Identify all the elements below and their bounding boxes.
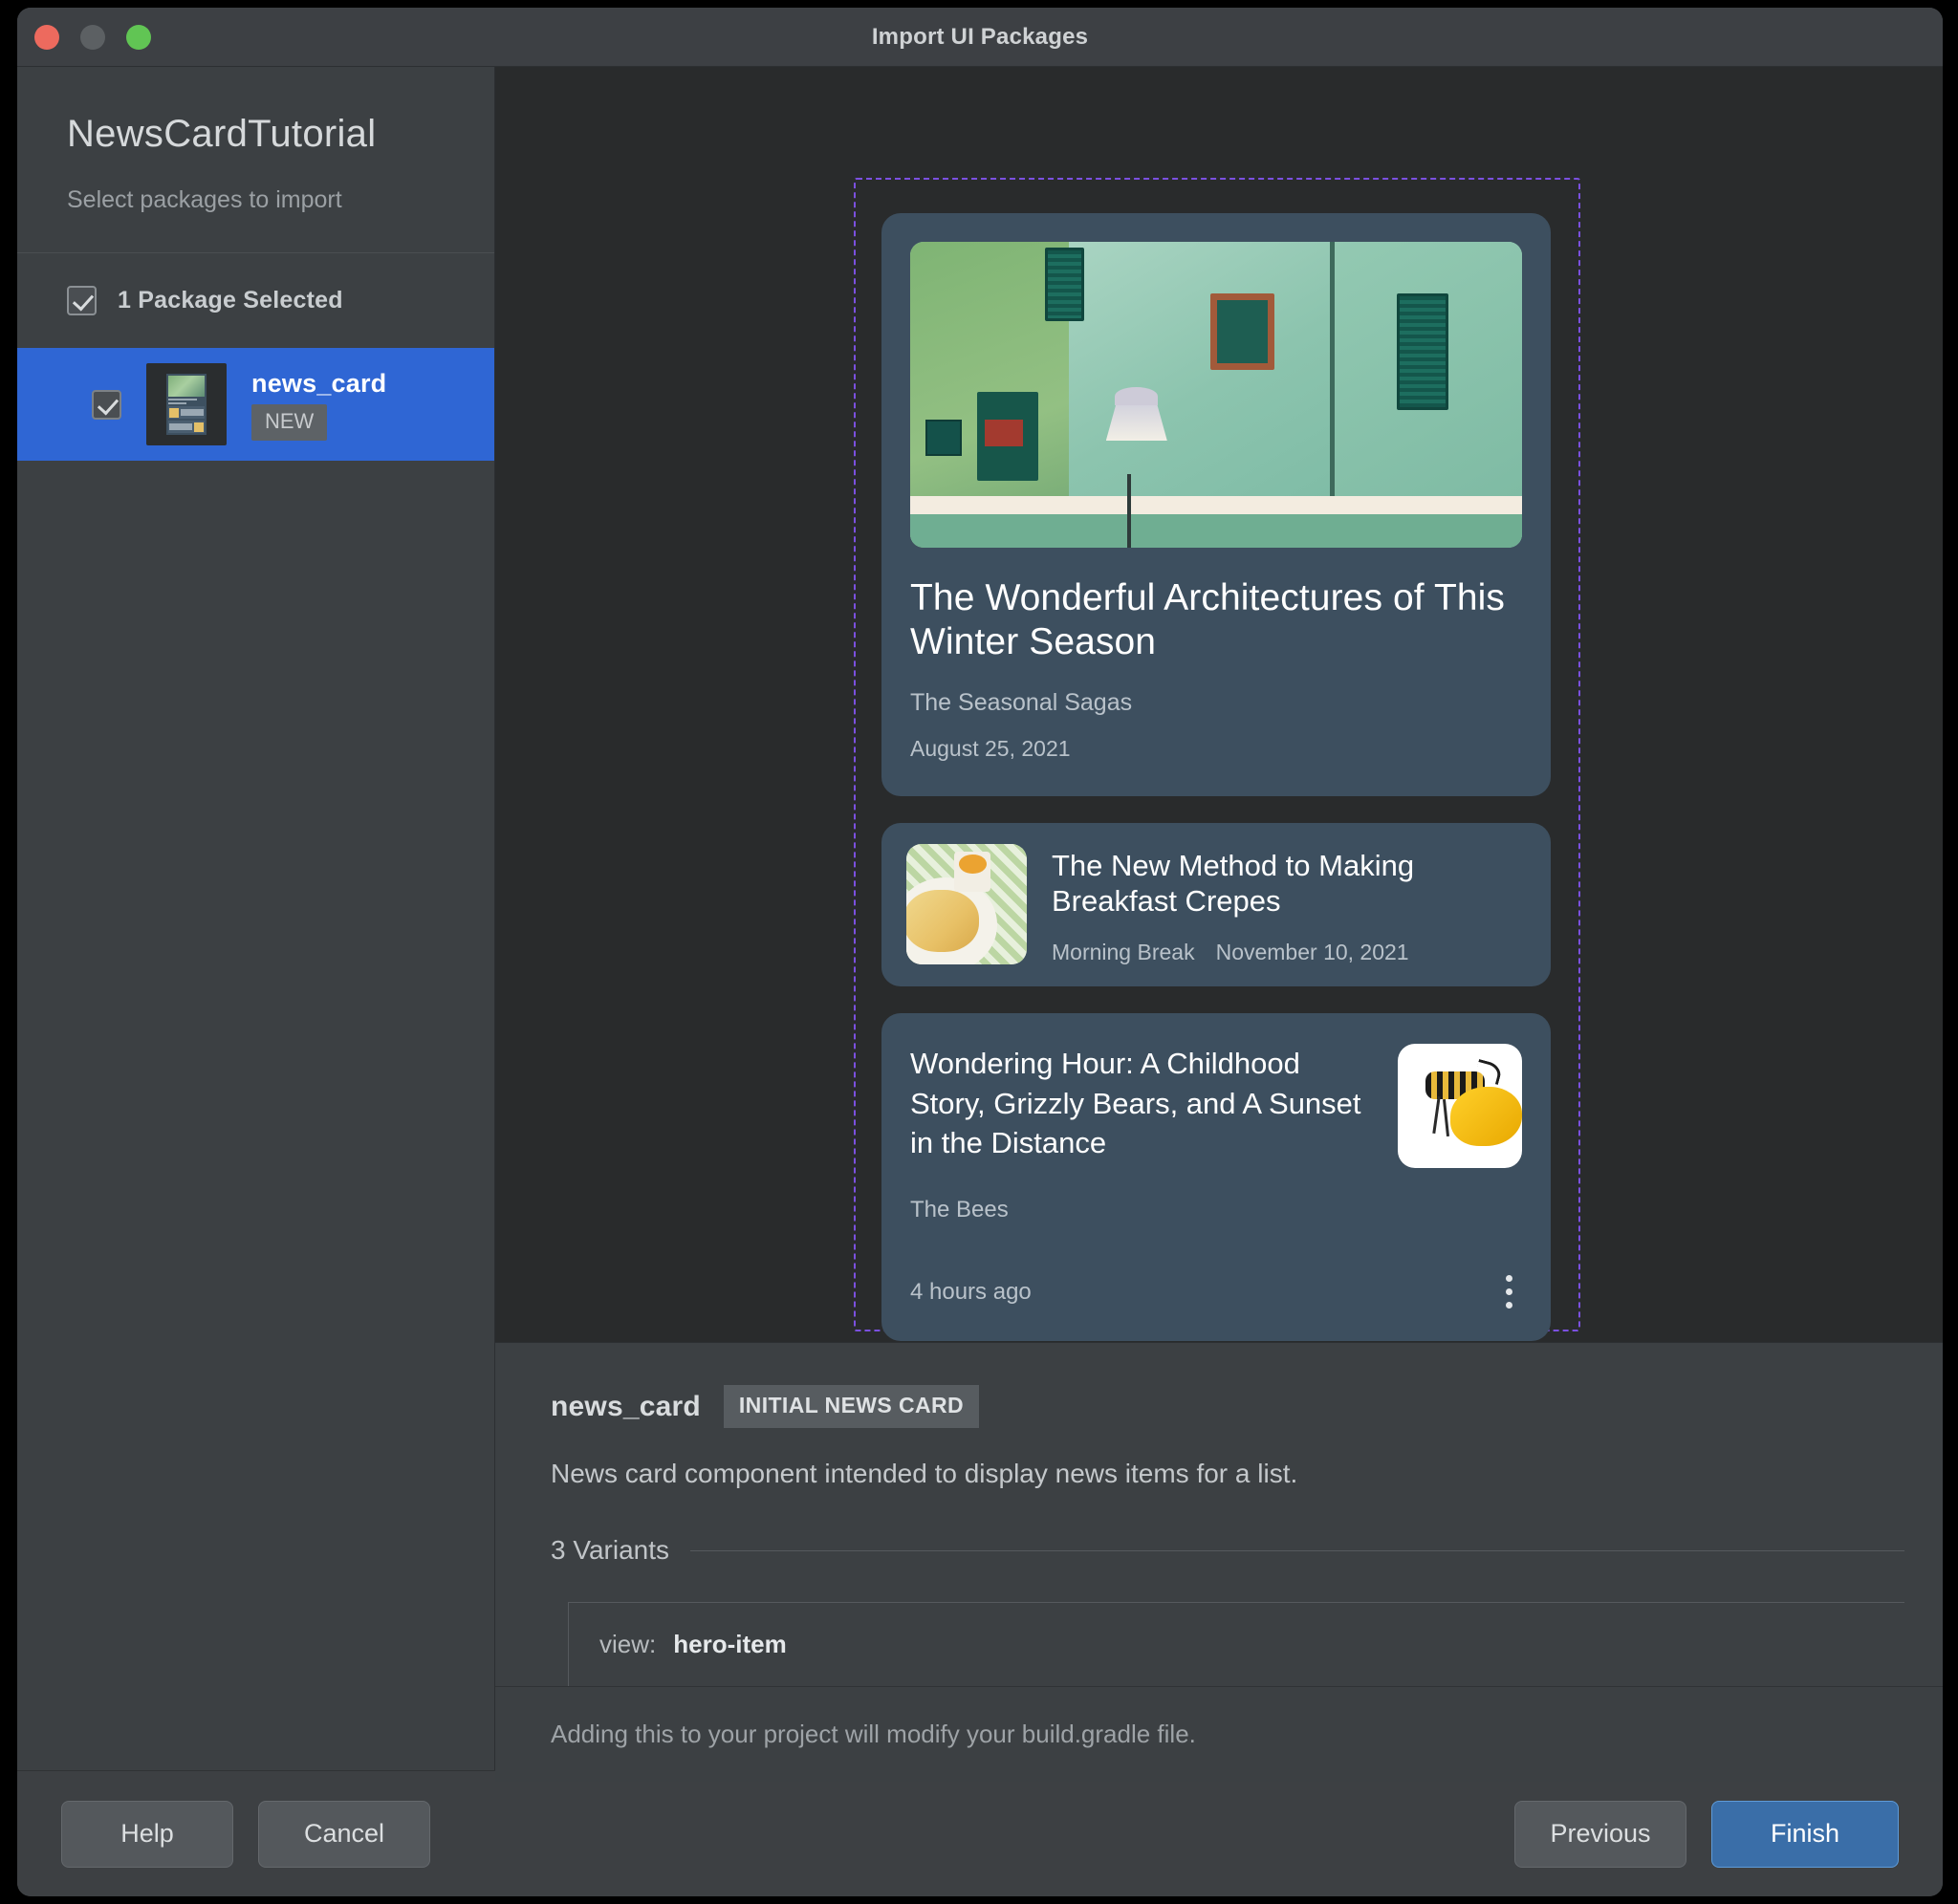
window-titlebar: Import UI Packages	[17, 8, 1943, 67]
detail-inner: news_card INITIAL NEWS CARD News card co…	[495, 1385, 1943, 1686]
compact-card-meta: Morning Break November 10, 2021	[1052, 940, 1526, 965]
package-checkbox[interactable]	[92, 389, 121, 420]
package-name: news_card	[251, 368, 387, 398]
package-new-badge: NEW	[251, 403, 328, 441]
variant-value: hero-item	[673, 1630, 787, 1658]
news-card-compact[interactable]: The New Method to Making Breakfast Crepe…	[881, 823, 1551, 987]
detail-card-footer: 4 hours ago	[910, 1271, 1522, 1312]
thumbnail-preview-icon	[166, 374, 207, 435]
previous-button[interactable]: Previous	[1514, 1800, 1686, 1868]
footer-right-buttons: Previous Finish	[1514, 1800, 1899, 1868]
project-name: NewsCardTutorial	[67, 113, 377, 155]
compact-card-title: The New Method to Making Breakfast Crepe…	[1052, 849, 1415, 919]
compact-card-date: November 10, 2021	[1215, 940, 1409, 965]
help-button[interactable]: Help	[61, 1800, 233, 1868]
package-meta: news_card NEW	[251, 369, 386, 441]
variants-count-label: 3 Variants	[551, 1535, 669, 1565]
compact-card-body: The New Method to Making Breakfast Crepe…	[1052, 844, 1526, 965]
select-all-checkbox[interactable]	[67, 286, 97, 315]
detail-card-title: Wondering Hour: A Childhood Story, Grizz…	[910, 1047, 1361, 1159]
component-preview-area: The Wonderful Architectures of This Wint…	[495, 67, 1943, 1342]
sidebar-subtitle: Select packages to import	[67, 186, 342, 213]
build-gradle-note: Adding this to your project will modify …	[495, 1686, 1943, 1782]
compact-card-image	[906, 844, 1027, 965]
hero-card-source: The Seasonal Sagas	[910, 689, 1133, 717]
detail-component-name: news_card	[551, 1390, 701, 1422]
detail-card-top: Wondering Hour: A Childhood Story, Grizz…	[910, 1044, 1522, 1169]
hero-card-title: The Wonderful Architectures of This Wint…	[910, 577, 1506, 663]
footer-left-buttons: Help Cancel	[61, 1800, 430, 1868]
detail-header: news_card INITIAL NEWS CARD	[551, 1385, 1904, 1428]
selection-summary: 1 Package Selected	[118, 287, 343, 314]
detail-card-source: The Bees	[910, 1197, 1009, 1223]
kebab-menu-icon[interactable]	[1496, 1271, 1522, 1312]
import-ui-packages-window: Import UI Packages NewsCardTutorial Sele…	[17, 8, 1943, 1896]
variants-divider	[690, 1549, 1904, 1551]
news-card-detail[interactable]: Wondering Hour: A Childhood Story, Grizz…	[881, 1013, 1551, 1342]
cancel-button[interactable]: Cancel	[258, 1800, 430, 1868]
compact-card-source: Morning Break	[1052, 940, 1195, 965]
package-list-item-news-card[interactable]: news_card NEW	[17, 348, 494, 461]
detail-description: News card component intended to display …	[551, 1459, 1298, 1488]
sidebar-empty-space	[17, 461, 494, 1770]
select-all-row[interactable]: 1 Package Selected	[17, 253, 494, 348]
right-column: The Wonderful Architectures of This Wint…	[495, 67, 1943, 1782]
sidebar-header: NewsCardTutorial Select packages to impo…	[17, 67, 494, 253]
detail-card-date: 4 hours ago	[910, 1278, 1032, 1305]
hero-card-date: August 25, 2021	[910, 736, 1071, 762]
variant-key: view:	[599, 1630, 657, 1658]
variants-section-header: 3 Variants	[551, 1535, 1904, 1566]
news-card-stack: The Wonderful Architectures of This Wint…	[881, 213, 1551, 1342]
dialog-footer: Help Cancel Previous Finish	[17, 1770, 1943, 1896]
news-card-hero[interactable]: The Wonderful Architectures of This Wint…	[881, 213, 1551, 797]
detail-status-badge: INITIAL NEWS CARD	[723, 1385, 979, 1428]
finish-button[interactable]: Finish	[1711, 1800, 1899, 1868]
hero-image	[910, 242, 1522, 548]
detail-card-image	[1398, 1044, 1522, 1169]
component-detail-panel: news_card INITIAL NEWS CARD News card co…	[495, 1342, 1943, 1782]
window-body: NewsCardTutorial Select packages to impo…	[17, 67, 1943, 1782]
window-title: Import UI Packages	[871, 23, 1089, 50]
package-sidebar: NewsCardTutorial Select packages to impo…	[17, 67, 495, 1770]
variant-row[interactable]: view: hero-item	[568, 1602, 1904, 1686]
package-thumbnail	[146, 363, 227, 445]
